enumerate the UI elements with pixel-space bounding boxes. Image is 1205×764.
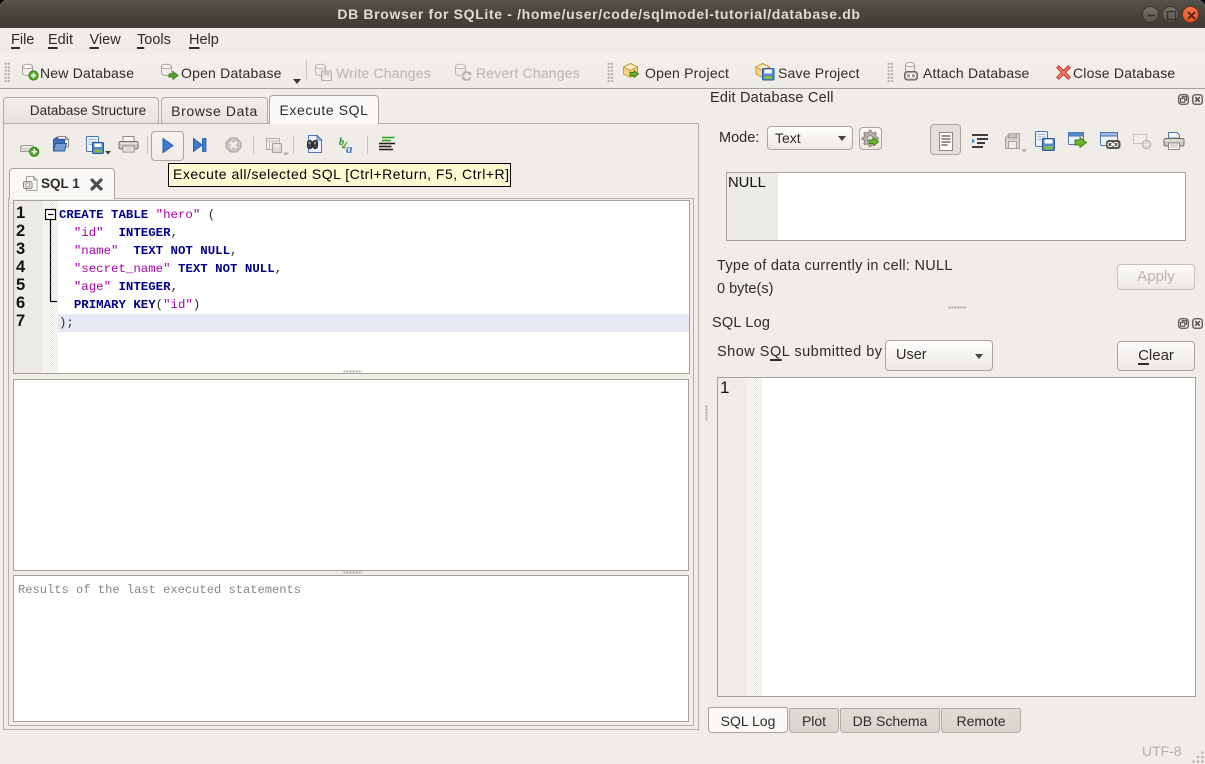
svg-text:a: a xyxy=(346,141,353,155)
svg-text:b: b xyxy=(339,137,344,148)
